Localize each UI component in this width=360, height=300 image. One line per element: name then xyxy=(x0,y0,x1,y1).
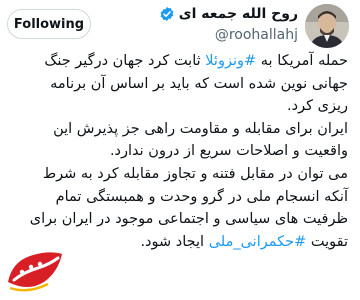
author-name-row[interactable]: روح الله جمعه ای xyxy=(159,6,298,22)
tweet-header: Following روح الله جمعه ای @roohallahj xyxy=(0,0,360,52)
tweet-line: می توان در مقابل فتنه و تجاوز مقابله کرد… xyxy=(42,165,348,182)
tweet-text-segment: حمله آمریکا به xyxy=(256,53,348,69)
verified-badge-icon xyxy=(159,6,175,22)
tweet-line: ریزی کرد. xyxy=(287,98,348,115)
tweet-text-segment: ثابت کرد جهان درگیر جنگ xyxy=(44,53,206,69)
avatar[interactable] xyxy=(305,4,349,48)
tweet-text: حمله آمریکا به #ونزوئلا ثابت کرد جهان در… xyxy=(10,50,348,253)
following-button[interactable]: Following xyxy=(7,9,91,39)
author-display-name[interactable]: روح الله جمعه ای xyxy=(179,6,298,22)
tweet-line: حمله آمریکا به #ونزوئلا ثابت کرد جهان در… xyxy=(10,50,348,73)
author-handle[interactable]: @roohallahj xyxy=(215,27,298,43)
tweet-text-segment: ایجاد شود. xyxy=(140,233,209,250)
hashtag-national-governance-link[interactable]: #حکمرانی_ملی xyxy=(209,234,307,250)
tweet-line: ظرفیت های سیاسی و اجتماعی موجود در ایران… xyxy=(29,211,348,228)
tweet-line: آنکه انسجام ملی در گرو وحدت و همبستگی تم… xyxy=(55,188,348,205)
tweet-line: جهانی نوین شده است که باید بر اساس آن بر… xyxy=(50,75,348,92)
tweet-text-segment: تقویت xyxy=(306,233,348,250)
kebab-logo xyxy=(4,242,66,296)
tweet-line: ایران برای مقابله و مقاومت راهی جز پذیرش… xyxy=(53,120,348,137)
tweet-line: واقعیت و اصلاحات سریع از درون ندارد. xyxy=(109,143,348,160)
hashtag-venezuela-link[interactable]: #ونزوئلا xyxy=(205,53,256,69)
